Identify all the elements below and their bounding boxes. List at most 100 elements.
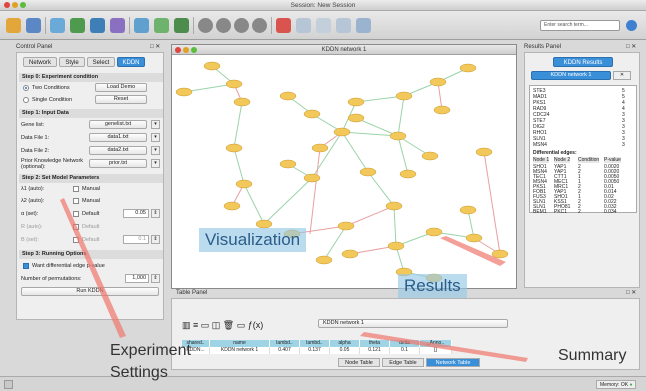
diff-cell[interactable]: PKC1 [554, 209, 567, 215]
network-node[interactable] [347, 97, 365, 107]
show-all-icon[interactable] [336, 18, 351, 33]
diff-header-cell[interactable]: P-value [604, 157, 621, 163]
help-icon[interactable] [626, 20, 637, 31]
network-node[interactable] [279, 91, 297, 101]
tab-kddn[interactable]: KDDN [117, 57, 145, 67]
open-session-icon[interactable] [6, 18, 21, 33]
alpha-value-field[interactable]: 0.05 [123, 209, 149, 218]
table-column-header[interactable]: lambd.. [270, 340, 300, 347]
control-panel-window-controls[interactable]: □ ✕ [150, 43, 160, 52]
network-node[interactable] [279, 159, 297, 169]
search-input[interactable]: Enter search term... [540, 20, 620, 31]
zoom-window-button[interactable] [20, 2, 26, 8]
tab-network[interactable]: Network [23, 57, 57, 67]
table-cell[interactable]: 0.1 [390, 347, 420, 354]
import-table-icon[interactable] [70, 18, 85, 33]
tab-network-table[interactable]: Network Table [426, 358, 480, 367]
tab-edge-table[interactable]: Edge Table [382, 358, 424, 367]
tab-style[interactable]: Style [59, 57, 85, 67]
results-network-close[interactable]: ✕ [613, 71, 631, 80]
diff-header-cell[interactable]: Node 2 [554, 157, 571, 163]
table-column-header[interactable]: _Anno.. [420, 340, 452, 347]
network-node[interactable] [385, 201, 403, 211]
want-pvalue-check[interactable] [23, 263, 29, 269]
network-node[interactable] [225, 143, 243, 153]
import-network-db-icon[interactable] [90, 18, 105, 33]
diff-header-cell[interactable]: Node 1 [533, 157, 550, 163]
network-node[interactable] [223, 201, 241, 211]
prior-network-dropdown[interactable]: ▾ [151, 159, 160, 168]
diff-header-cell[interactable]: Condition [578, 157, 600, 163]
network-node[interactable] [311, 143, 329, 153]
table-column-header[interactable]: lambd.. [300, 340, 330, 347]
network-node[interactable] [175, 87, 193, 97]
network-minimize-button[interactable] [183, 47, 189, 53]
lambda2-manual-check[interactable] [73, 198, 79, 204]
network-view-window[interactable]: KDDN network 1 [171, 44, 517, 289]
network-export-icon[interactable] [110, 18, 125, 33]
table-cell[interactable]: 0.121 [360, 347, 390, 354]
network-node[interactable] [303, 109, 321, 119]
network-node[interactable] [395, 91, 413, 101]
prior-network-button[interactable]: prior.txt [89, 159, 147, 168]
gene-list-dropdown[interactable]: ▾ [151, 120, 160, 129]
network-zoom-button[interactable] [191, 47, 197, 53]
data-file-2-dropdown[interactable]: ▾ [151, 146, 160, 155]
permutations-stepper[interactable]: ⇕ [151, 274, 160, 283]
table-column-header[interactable]: theta [360, 340, 390, 347]
network-node[interactable] [315, 255, 333, 265]
network-node[interactable] [255, 219, 273, 229]
network-node[interactable] [389, 131, 407, 141]
run-kddn-button[interactable]: Run KDDN [21, 287, 159, 296]
r-default-check[interactable] [73, 224, 79, 230]
results-network-select[interactable]: KDDN network 1 [531, 71, 611, 80]
diff-cell[interactable]: 0.034 [604, 209, 617, 215]
data-file-1-dropdown[interactable]: ▾ [151, 133, 160, 142]
hide-selected-icon[interactable] [316, 18, 331, 33]
network-node[interactable] [399, 169, 417, 179]
zoom-out-icon[interactable] [216, 18, 231, 33]
b-default-check[interactable] [73, 237, 79, 243]
lambda1-manual-check[interactable] [73, 186, 79, 192]
table-cell[interactable]: 0.137 [300, 347, 330, 354]
network-node[interactable] [233, 97, 251, 107]
network-node[interactable] [459, 205, 477, 215]
network-node[interactable] [421, 151, 439, 161]
table-column-header[interactable]: name [210, 340, 270, 347]
table-toolbar-icons[interactable]: ▥ ≡ ▭ ◫ 🗑 ▭ ƒ(x) [182, 320, 263, 331]
table-column-header[interactable]: delta [390, 340, 420, 347]
b-value-field[interactable]: 0.1 [123, 235, 149, 244]
network-node[interactable] [341, 249, 359, 259]
results-panel-window-controls[interactable]: □ ✕ [626, 43, 636, 52]
zoom-fit-icon[interactable] [234, 18, 249, 33]
gene-list-file-button[interactable]: genelist.txt [89, 120, 147, 129]
zoom-selected-icon[interactable] [252, 18, 267, 33]
diff-cell[interactable]: 2 [578, 209, 581, 215]
network-node[interactable] [359, 167, 377, 177]
diff-cell[interactable]: BEM1 [533, 209, 547, 215]
two-conditions-radio[interactable] [23, 85, 29, 91]
tab-node-table[interactable]: Node Table [338, 358, 380, 367]
network-node[interactable] [387, 241, 405, 251]
table-cell[interactable]: 0.407 [270, 347, 300, 354]
network-node[interactable] [347, 113, 365, 123]
network-node[interactable] [433, 105, 451, 115]
network-node[interactable] [465, 233, 483, 243]
minimize-window-button[interactable] [12, 2, 18, 8]
table-cell[interactable]: [] [420, 347, 452, 354]
results-list[interactable]: STE3 5 MAD1 5 PKS1 4 RAD9 4 CDC24 3 STE7 3 DIG2 3 RHO1… [529, 85, 637, 215]
table-export-icon[interactable] [154, 18, 169, 33]
network-node[interactable] [459, 63, 477, 73]
network-node[interactable] [425, 227, 443, 237]
network-node[interactable] [303, 173, 321, 183]
table-column-header[interactable]: alpha [330, 340, 360, 347]
alpha-stepper[interactable]: ⇕ [151, 209, 160, 218]
console-icon[interactable] [4, 380, 13, 389]
table-network-select[interactable]: KDDN network 1 [318, 319, 508, 328]
first-neighbors-icon[interactable] [296, 18, 311, 33]
single-condition-radio[interactable] [23, 97, 29, 103]
network-node[interactable] [225, 79, 243, 89]
data-file-1-button[interactable]: data1.txt [89, 133, 147, 142]
list-item[interactable]: MSN4 [533, 142, 547, 148]
table-panel-window-controls[interactable]: □ ✕ [626, 289, 636, 298]
